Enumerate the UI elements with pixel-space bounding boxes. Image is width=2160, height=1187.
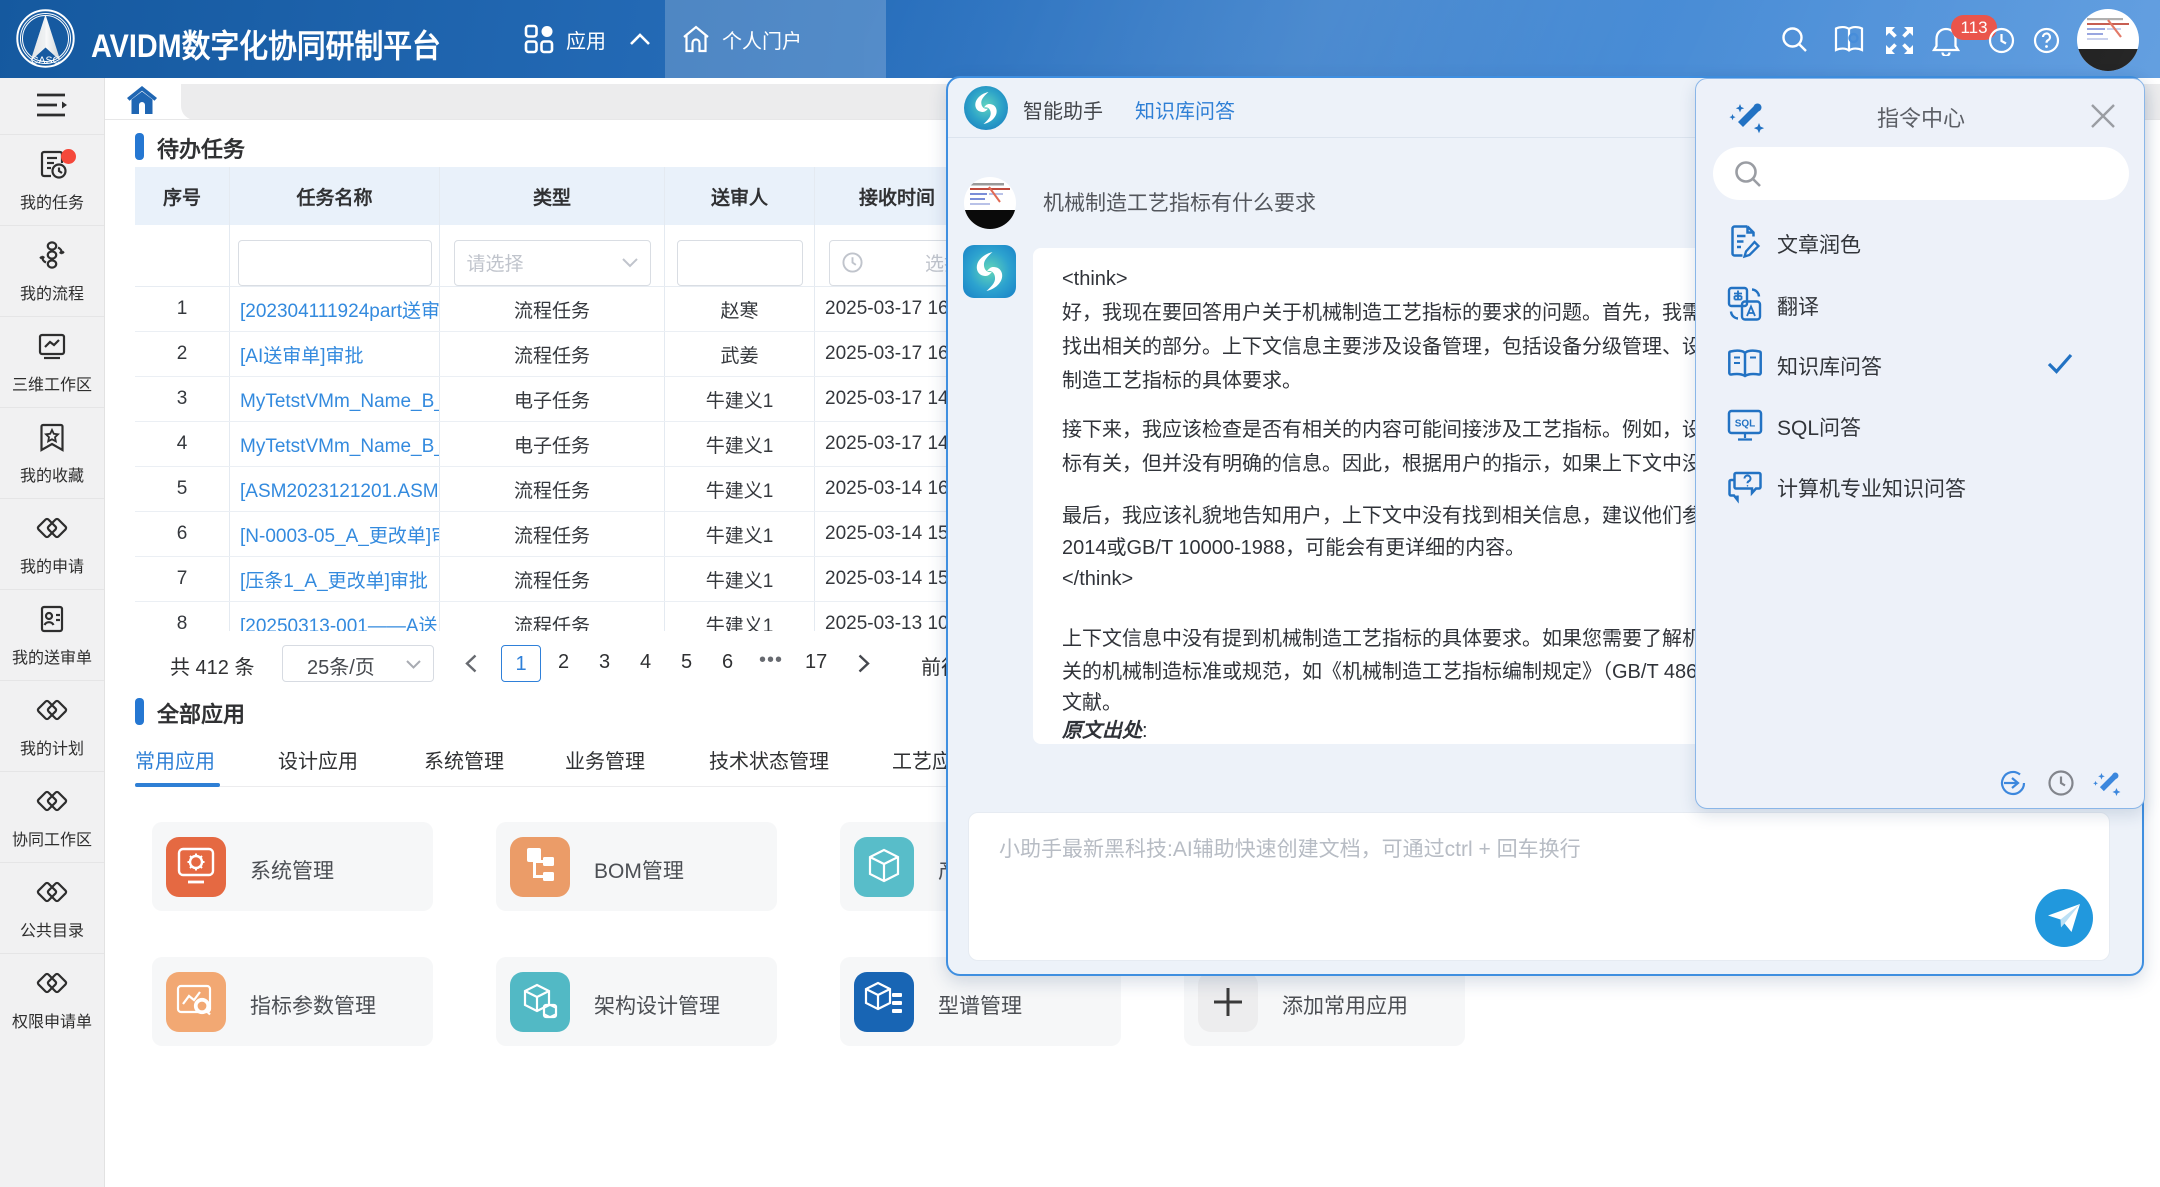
svg-text:SQL: SQL (1735, 419, 1756, 430)
svg-text:CASC: CASC (31, 55, 61, 67)
